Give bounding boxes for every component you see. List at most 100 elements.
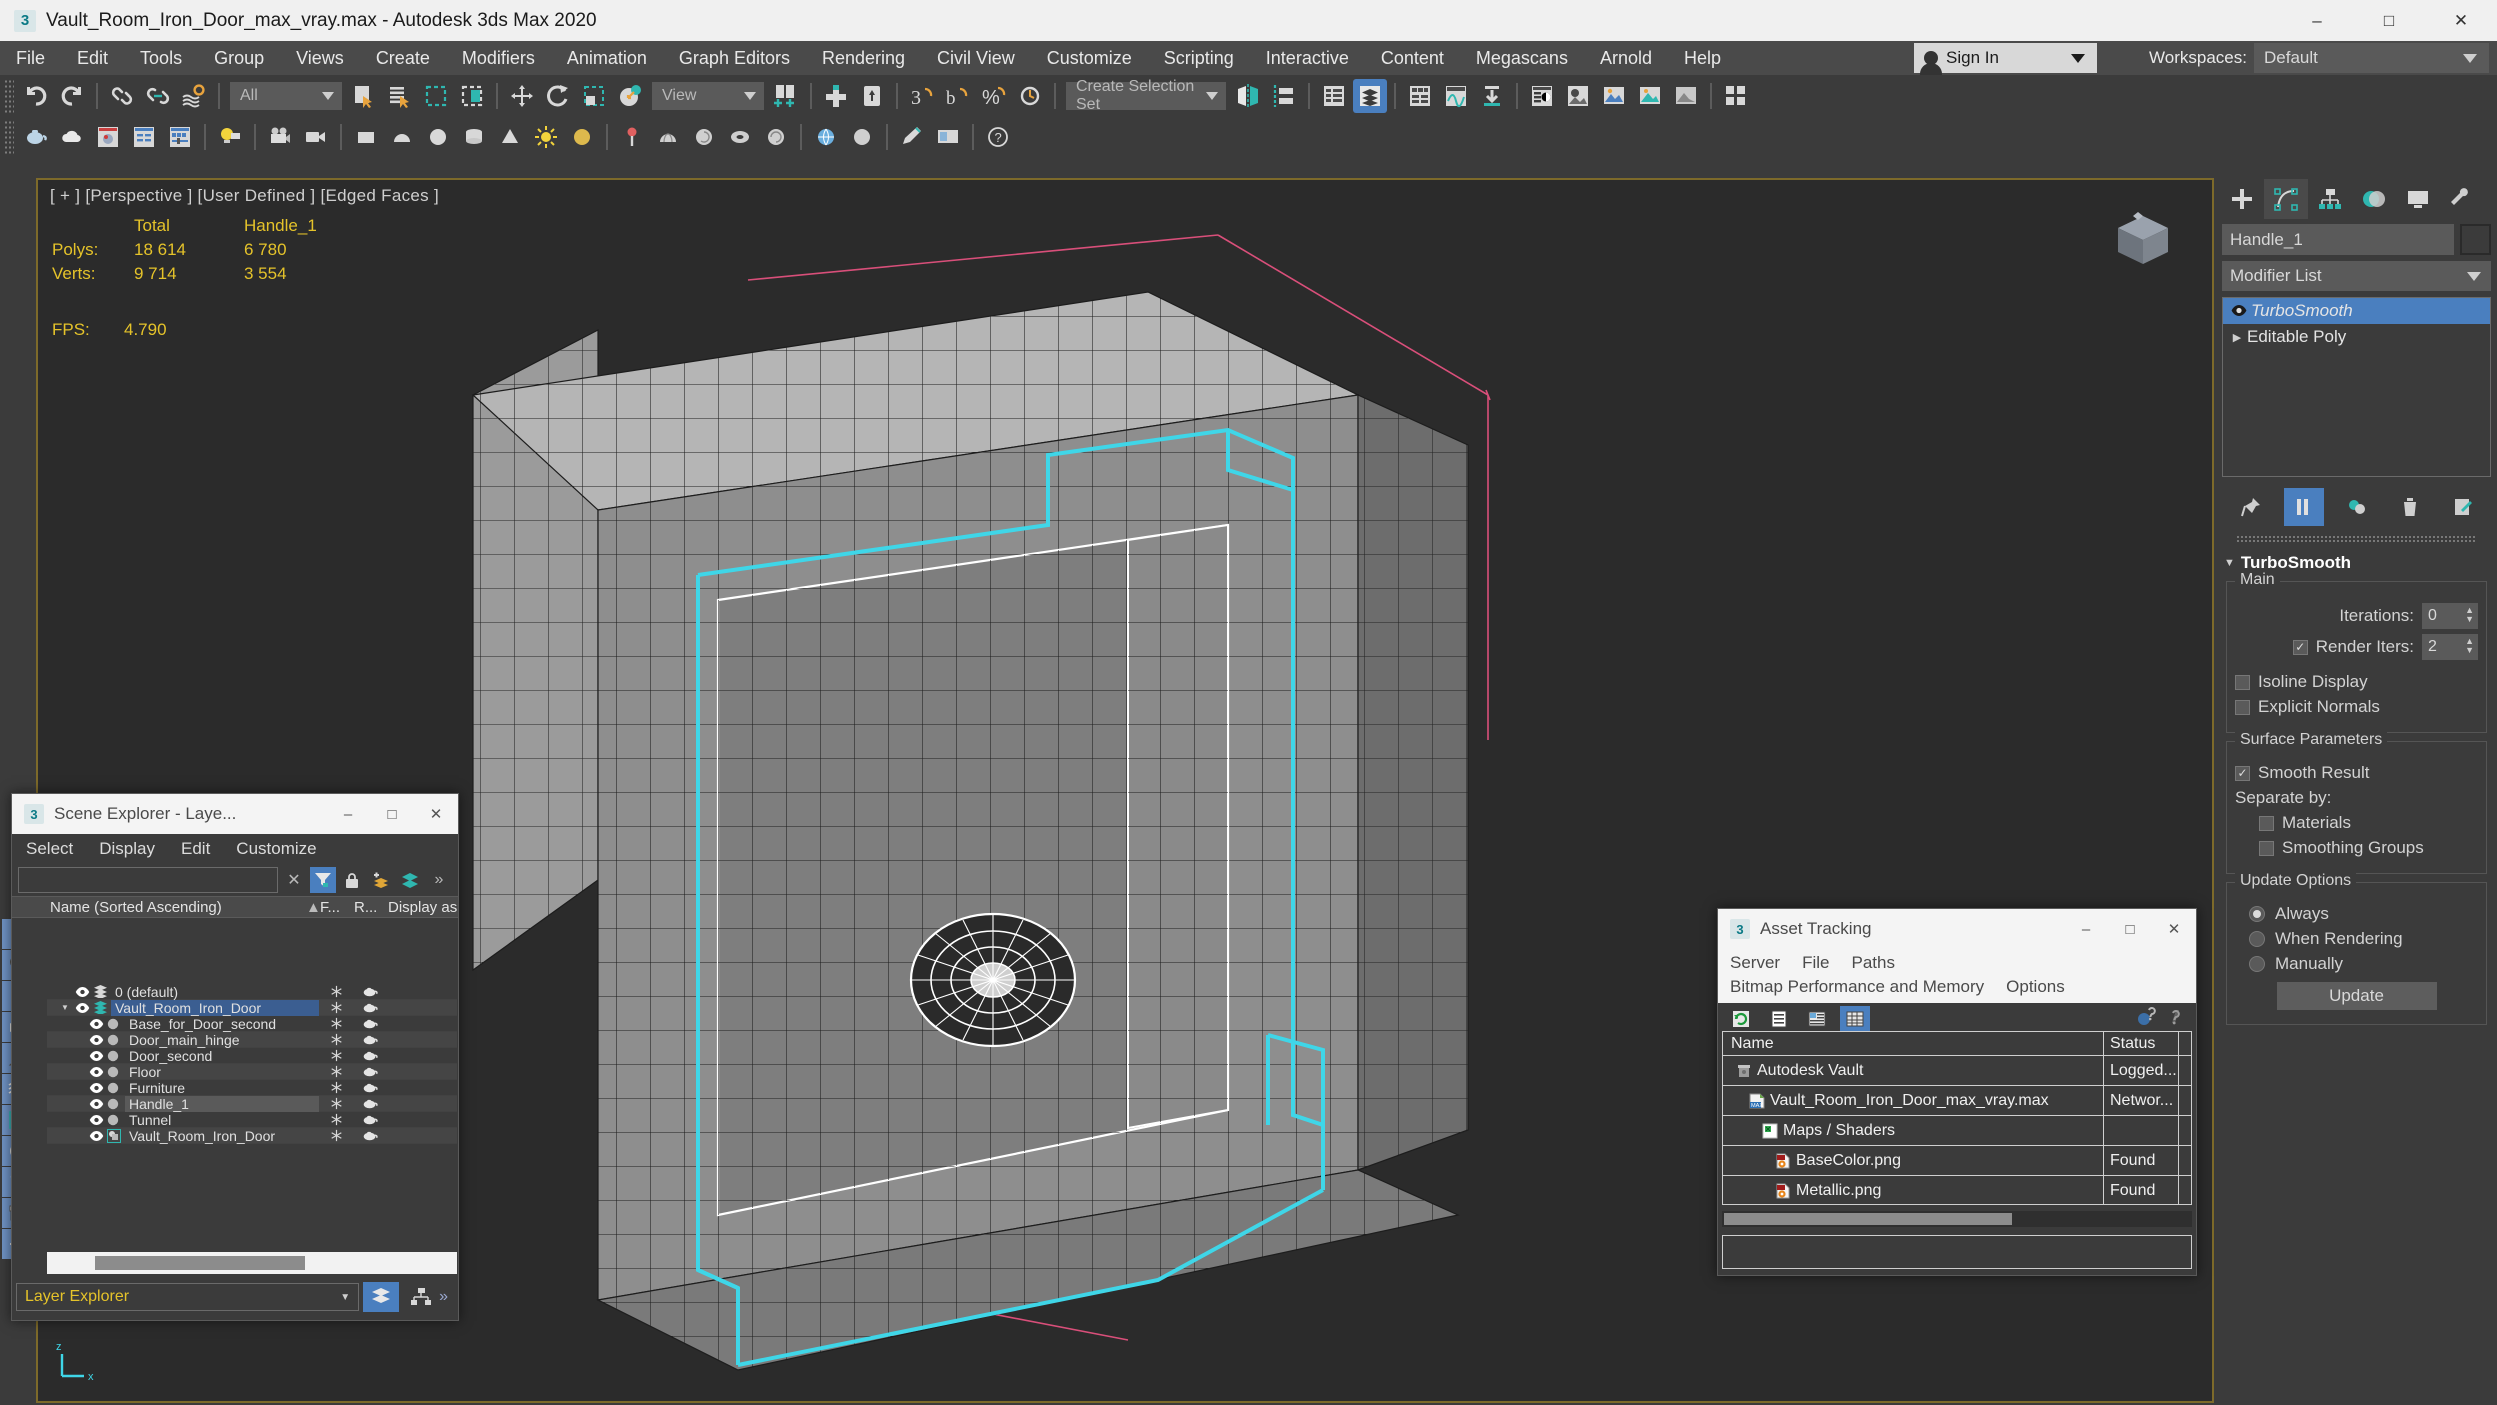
se-menu-select[interactable]: Select: [26, 839, 73, 859]
scene-explorer-dialog[interactable]: 3 Scene Explorer - Laye... – □ ✕ Select …: [11, 793, 459, 1321]
select-object-icon[interactable]: [347, 79, 381, 113]
update-when-rendering-radio[interactable]: [2249, 931, 2265, 947]
render-iters-spinner[interactable]: 2 ▲ ▼: [2422, 634, 2478, 660]
help-icon[interactable]: [2166, 1007, 2186, 1032]
menu-modifiers[interactable]: Modifiers: [446, 41, 551, 75]
menu-customize[interactable]: Customize: [1031, 41, 1148, 75]
menu-views[interactable]: Views: [280, 41, 360, 75]
standard-primitives-icon[interactable]: [19, 120, 53, 154]
smoothing-groups-checkbox[interactable]: [2259, 840, 2274, 856]
scene-explorer-row[interactable]: Tunnel: [47, 1112, 457, 1128]
modify-tab[interactable]: [2264, 179, 2308, 219]
pin-stack-icon[interactable]: [2231, 488, 2271, 526]
footer-overflow-icon[interactable]: »: [439, 1288, 454, 1306]
panel-icon[interactable]: [931, 120, 965, 154]
menu-civil-view[interactable]: Civil View: [921, 41, 1031, 75]
freeze-toggle-icon[interactable]: [319, 985, 353, 998]
make-unique-icon[interactable]: [2337, 488, 2377, 526]
visibility-eye-icon[interactable]: [75, 1002, 93, 1013]
render-iters-checkbox[interactable]: ✓: [2292, 639, 2308, 655]
asset-table-row[interactable]: MAX Vault_Room_Iron_Door_max_vray.max Netw…: [1723, 1085, 2191, 1116]
se-menu-display[interactable]: Display: [99, 839, 155, 859]
scene-explorer-row[interactable]: Handle_1: [47, 1095, 457, 1112]
clear-icon[interactable]: ✕: [281, 867, 307, 893]
menu-edit[interactable]: Edit: [61, 41, 124, 75]
filter-icon[interactable]: [310, 867, 336, 893]
use-pivot-point-center-icon[interactable]: [769, 79, 803, 113]
asset-tracking-dialog[interactable]: 3 Asset Tracking – □ ✕ Server File Paths…: [1717, 908, 2197, 1276]
row-label[interactable]: Tunnel: [125, 1112, 319, 1128]
selection-filter-dropdown[interactable]: All: [230, 81, 342, 110]
help-globe-icon[interactable]: [2136, 1006, 2156, 1032]
spinner-arrows-icon[interactable]: ▲ ▼: [2465, 637, 2474, 655]
column-status[interactable]: Status: [2104, 1032, 2179, 1056]
row-label[interactable]: 0 (default): [111, 984, 319, 1000]
render-production-icon[interactable]: [1633, 79, 1667, 113]
renderable-toggle-icon[interactable]: [353, 1018, 387, 1029]
select-by-name-icon[interactable]: [383, 79, 417, 113]
cylinder-icon[interactable]: [457, 120, 491, 154]
named-selection-set-dropdown[interactable]: Create Selection Set: [1066, 78, 1226, 113]
renderable-toggle-icon[interactable]: [353, 1066, 387, 1077]
row-label[interactable]: Base_for_Door_second: [125, 1016, 319, 1032]
unlink-selection-icon[interactable]: [141, 79, 175, 113]
motion-tab[interactable]: [2352, 179, 2396, 219]
scene-explorer-row[interactable]: ▼ Vault_Room_Iron_Door: [47, 999, 457, 1016]
scene-explorer-row[interactable]: Door_second: [47, 1048, 457, 1064]
toolbar-grip[interactable]: [4, 119, 14, 154]
display-tab[interactable]: [2396, 179, 2440, 219]
grid-layout-icon[interactable]: [1719, 79, 1753, 113]
scene-explorer-titlebar[interactable]: 3 Scene Explorer - Laye... – □ ✕: [12, 794, 458, 834]
at-menu-file[interactable]: File: [1802, 953, 1829, 973]
row-label[interactable]: Door_main_hinge: [125, 1032, 319, 1048]
menu-file[interactable]: File: [0, 41, 61, 75]
detail-view-icon[interactable]: [1802, 1006, 1832, 1032]
freeze-toggle-icon[interactable]: [319, 1065, 353, 1078]
modifier-list-dropdown[interactable]: Modifier List: [2222, 261, 2491, 291]
pin-icon[interactable]: [615, 120, 649, 154]
cloud-icon[interactable]: [55, 120, 89, 154]
ribbon-icon[interactable]: [1403, 79, 1437, 113]
redo-icon[interactable]: [55, 79, 89, 113]
at-menu-bitmap-performance[interactable]: Bitmap Performance and Memory: [1730, 977, 1984, 997]
asset-tracking-titlebar[interactable]: 3 Asset Tracking – □ ✕: [1718, 909, 2196, 949]
refresh-icon[interactable]: [1726, 1006, 1756, 1032]
menu-tools[interactable]: Tools: [124, 41, 198, 75]
renderable-toggle-icon[interactable]: [353, 1002, 387, 1013]
create-tab[interactable]: [2220, 179, 2264, 219]
smooth-result-checkbox[interactable]: ✓: [2235, 765, 2250, 781]
scene-explorer-tree[interactable]: 0 (default) ▼ Vault_Room_Iron_Door Base_for…: [47, 984, 457, 1250]
sphere-icon[interactable]: [421, 120, 455, 154]
visibility-eye-icon[interactable]: [89, 1018, 107, 1029]
sun-icon[interactable]: [529, 120, 563, 154]
update-always-radio[interactable]: [2249, 906, 2265, 922]
renderable-toggle-icon[interactable]: [353, 1034, 387, 1045]
stack-item-turbosmooth[interactable]: TurboSmooth: [2223, 298, 2490, 324]
update-manually-row[interactable]: Manually: [2235, 954, 2478, 974]
object-color-swatch[interactable]: [2460, 224, 2491, 255]
remove-modifier-icon[interactable]: [2390, 488, 2430, 526]
maximize-button[interactable]: □: [370, 794, 414, 834]
overflow-icon[interactable]: »: [426, 867, 452, 893]
close-button[interactable]: ✕: [2425, 0, 2497, 41]
visibility-eye-icon[interactable]: [89, 1082, 107, 1093]
column-display-as[interactable]: Display as: [388, 899, 458, 916]
row-label[interactable]: Furniture: [125, 1080, 319, 1096]
menu-scripting[interactable]: Scripting: [1148, 41, 1250, 75]
renderable-toggle-icon[interactable]: [353, 1050, 387, 1061]
row-label[interactable]: Handle_1: [125, 1095, 319, 1112]
maximize-button[interactable]: □: [2353, 0, 2425, 41]
grid-view-icon[interactable]: [1840, 1006, 1870, 1032]
search-input[interactable]: [18, 867, 278, 893]
update-manually-radio[interactable]: [2249, 956, 2265, 972]
scene-explorer-icon[interactable]: [1317, 79, 1351, 113]
select-and-link-icon[interactable]: [105, 79, 139, 113]
at-menu-options[interactable]: Options: [2006, 977, 2065, 997]
utilities-tab[interactable]: [2440, 179, 2484, 219]
maximize-button[interactable]: □: [2108, 909, 2152, 949]
spinner-snap-toggle-icon[interactable]: %: [977, 79, 1011, 113]
at-menu-server[interactable]: Server: [1730, 953, 1780, 973]
se-menu-customize[interactable]: Customize: [236, 839, 316, 859]
toolbar-grip[interactable]: [4, 78, 14, 113]
visibility-eye-icon[interactable]: [89, 1050, 107, 1061]
